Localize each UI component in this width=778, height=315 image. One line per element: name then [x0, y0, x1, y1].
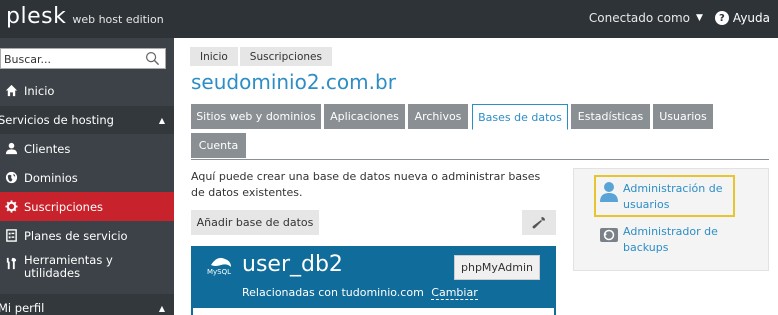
logo-text: plesk: [6, 4, 67, 29]
sidebar-item-label: Dominios: [24, 170, 78, 185]
collapse-icon[interactable]: ▲: [159, 304, 165, 313]
user-icon: [4, 142, 18, 156]
sidebar-item-label: Suscripciones: [24, 199, 104, 214]
home-icon: [4, 84, 18, 98]
breadcrumb: Inicio Suscripciones: [190, 47, 332, 66]
top-right-menu: Conectado como ▼ ? Ayuda: [589, 11, 770, 25]
tab-usuarios[interactable]: Usuarios: [653, 104, 713, 129]
section-hosting[interactable]: Servicios de hosting ▲: [0, 106, 174, 134]
search-box: [0, 48, 166, 69]
user-admin-line1: Administración de: [623, 182, 723, 195]
wrench-icon: [532, 216, 545, 228]
search-icon[interactable]: [145, 51, 160, 66]
tab-archivos[interactable]: Archivos: [408, 104, 468, 129]
sidebar-item-label: Herramientas y utilidades: [24, 253, 113, 280]
plesk-logo[interactable]: plesk web host edition: [6, 4, 164, 29]
help-icon[interactable]: ?: [714, 11, 729, 25]
user-admin-icon: [600, 182, 618, 202]
help-link[interactable]: Ayuda: [733, 11, 770, 25]
database-name[interactable]: user_db2: [242, 252, 343, 277]
intro-text: Aquí puede crear una base de datos nueva…: [191, 170, 541, 199]
collapse-icon[interactable]: ▲: [159, 116, 165, 125]
backup-admin-line1: Administrador de: [623, 225, 718, 238]
related-domain-text: Relacionadas con tudominio.com: [242, 286, 424, 299]
tab-aplicaciones[interactable]: Aplicaciones: [324, 104, 405, 129]
page-title: seudominio2.com.br: [191, 70, 396, 94]
plan-icon: [4, 229, 18, 243]
sidebar-item-herramientas[interactable]: Herramientas y utilidades: [0, 250, 174, 286]
backup-admin-link[interactable]: Administrador de backups: [599, 224, 718, 256]
tools-button[interactable]: [522, 210, 556, 235]
user-admin-link[interactable]: Administración de usuarios: [599, 181, 722, 213]
search-input[interactable]: [4, 51, 142, 67]
tab-cuenta[interactable]: Cuenta: [191, 133, 246, 158]
database-card: MySQL user_db2 Relacionadas con tudomini…: [191, 246, 556, 315]
breadcrumb-suscripciones[interactable]: Suscripciones: [239, 47, 332, 66]
caret-down-icon[interactable]: ▼: [696, 13, 703, 23]
phpmyadmin-button[interactable]: phpMyAdmin: [454, 255, 540, 280]
tabs-divider: [191, 159, 769, 160]
sidebar-item-label: Planes de servicio: [24, 228, 128, 243]
side-panel: Administración de usuarios Administrador…: [573, 168, 769, 271]
sidebar: Inicio Servicios de hosting ▲ Clientes D…: [0, 38, 174, 315]
tab-bases-de-datos[interactable]: Bases de datos: [472, 104, 568, 130]
tab-sitios-web[interactable]: Sitios web y dominios: [191, 104, 321, 129]
change-link[interactable]: Cambiar: [431, 286, 478, 300]
sidebar-item-suscripciones[interactable]: Suscripciones: [0, 192, 174, 221]
sidebar-item-dominios[interactable]: Dominios: [0, 163, 174, 192]
backup-icon: [600, 228, 618, 242]
tools-icon: [4, 256, 18, 270]
breadcrumb-inicio[interactable]: Inicio: [190, 47, 238, 66]
database-card-body: [193, 308, 554, 315]
section-label: Mi perfil: [0, 301, 45, 315]
sidebar-item-label: Inicio: [24, 83, 55, 98]
sidebar-item-label: Clientes: [24, 141, 71, 156]
section-label: Servicios de hosting: [0, 113, 114, 127]
section-profile[interactable]: Mi perfil ▲: [0, 294, 174, 315]
user-admin-line2: usuarios: [623, 198, 670, 211]
connected-as-menu[interactable]: Conectado como: [589, 11, 690, 25]
sidebar-item-planes[interactable]: Planes de servicio: [0, 221, 174, 250]
add-database-button[interactable]: Añadir base de datos: [191, 210, 319, 235]
sidebar-item-inicio[interactable]: Inicio: [0, 76, 174, 105]
gear-icon: [4, 200, 18, 214]
mysql-label: MySQL: [207, 268, 232, 276]
logo-edition: web host edition: [72, 13, 164, 26]
globe-icon: [4, 171, 18, 185]
database-related: Relacionadas con tudominio.com Cambiar: [242, 286, 478, 300]
sidebar-item-clientes[interactable]: Clientes: [0, 134, 174, 163]
mysql-icon: [211, 257, 231, 267]
backup-admin-line2: backups: [623, 241, 669, 254]
tab-estadisticas[interactable]: Estadísticas: [571, 104, 650, 129]
top-bar: plesk web host edition Conectado como ▼ …: [0, 0, 778, 38]
